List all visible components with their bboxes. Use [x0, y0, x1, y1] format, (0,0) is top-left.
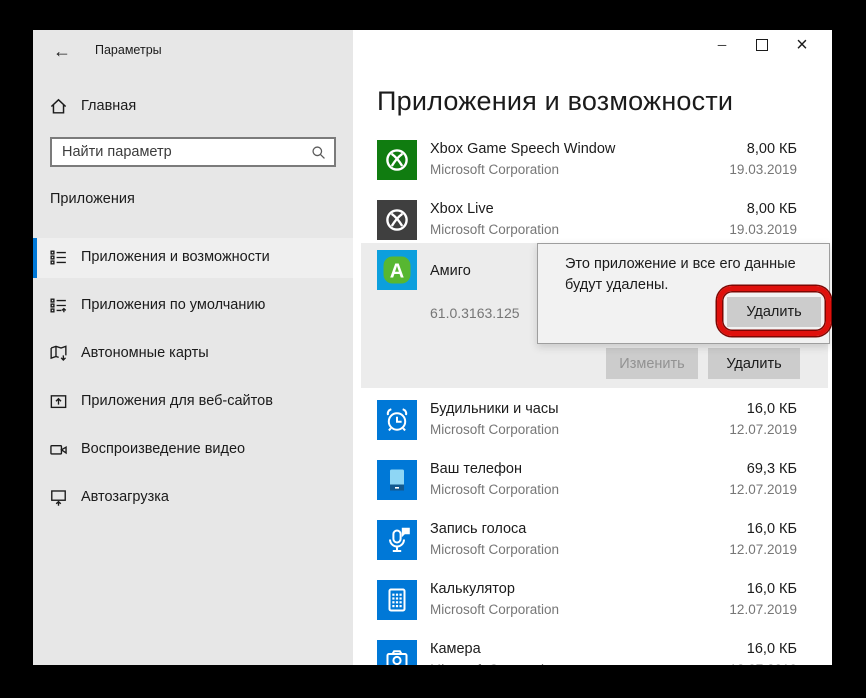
- app-row-xbox-game-speech-window[interactable]: Xbox Game Speech Window Microsoft Corpor…: [353, 140, 832, 184]
- app-date: 12.07.2019: [729, 662, 797, 665]
- app-name: Запись голоса: [430, 521, 526, 537]
- camera-icon: [377, 640, 417, 665]
- app-size: 16,0 КБ: [747, 521, 797, 537]
- uninstall-confirm-flyout: Это приложение и все его данные будут уд…: [537, 243, 830, 344]
- sidebar-item-label: Главная: [81, 98, 136, 114]
- xbox-icon: [377, 140, 417, 180]
- app-publisher: Microsoft Corporation: [430, 162, 559, 177]
- app-date: 12.07.2019: [729, 422, 797, 437]
- home-icon: [48, 96, 69, 117]
- app-publisher: Microsoft Corporation: [430, 662, 559, 665]
- app-date: 12.07.2019: [729, 542, 797, 557]
- app-row-alarms-clock[interactable]: Будильники и часы Microsoft Corporation …: [353, 400, 832, 444]
- app-name: Калькулятор: [430, 581, 515, 597]
- page-title: Приложения и возможности: [377, 86, 733, 117]
- app-row-calculator[interactable]: Калькулятор Microsoft Corporation 16,0 К…: [353, 580, 832, 624]
- app-publisher: Microsoft Corporation: [430, 542, 559, 557]
- app-publisher: Microsoft Corporation: [430, 482, 559, 497]
- app-name: Xbox Game Speech Window: [430, 141, 615, 157]
- app-name: Ваш телефон: [430, 461, 522, 477]
- main-content: ─ × Приложения и возможности Xbox Game S…: [353, 30, 832, 665]
- amigo-icon: A: [377, 250, 417, 290]
- app-size: 8,00 КБ: [747, 141, 797, 157]
- app-row-your-phone[interactable]: Ваш телефон Microsoft Corporation 69,3 К…: [353, 460, 832, 504]
- calculator-icon: [377, 580, 417, 620]
- sidebar-item-web-apps[interactable]: Приложения для веб-сайтов: [33, 382, 353, 422]
- svg-text:A: A: [390, 261, 404, 283]
- flyout-message: Это приложение и все его данные будут уд…: [565, 254, 815, 296]
- app-name: Xbox Live: [430, 201, 494, 217]
- settings-window: ← Параметры Главная Приложения Приложени…: [33, 30, 832, 665]
- close-button[interactable]: ×: [782, 30, 822, 60]
- sidebar-item-default-apps[interactable]: Приложения по умолчанию: [33, 286, 353, 326]
- app-publisher: Microsoft Corporation: [430, 602, 559, 617]
- default-apps-icon: [48, 295, 69, 316]
- offline-maps-icon: [48, 343, 69, 364]
- sidebar-item-label: Автономные карты: [81, 345, 209, 361]
- startup-icon: [48, 487, 69, 508]
- phone-icon: [377, 460, 417, 500]
- maximize-button[interactable]: [742, 30, 782, 60]
- apps-for-websites-icon: [48, 391, 69, 412]
- app-publisher: Microsoft Corporation: [430, 422, 559, 437]
- maximize-icon: [756, 39, 768, 51]
- sidebar-item-home[interactable]: Главная: [33, 92, 353, 122]
- search-box: [50, 137, 336, 167]
- apps-features-icon: [48, 247, 69, 268]
- app-size: 16,0 КБ: [747, 641, 797, 657]
- sidebar-item-apps-features[interactable]: Приложения и возможности: [33, 238, 353, 278]
- sidebar-item-label: Приложения по умолчанию: [81, 297, 265, 313]
- video-camera-icon: [48, 439, 69, 460]
- app-date: 19.03.2019: [729, 222, 797, 237]
- app-size: 69,3 КБ: [747, 461, 797, 477]
- app-publisher: Microsoft Corporation: [430, 222, 559, 237]
- search-icon: [310, 144, 327, 161]
- voice-recorder-icon: [377, 520, 417, 560]
- window-title: Параметры: [95, 43, 162, 57]
- app-version: 61.0.3163.125: [430, 305, 520, 321]
- sidebar: ← Параметры Главная Приложения Приложени…: [33, 30, 353, 665]
- modify-button[interactable]: Изменить: [606, 348, 698, 379]
- sidebar-item-label: Воспроизведение видео: [81, 441, 245, 457]
- xbox-icon: [377, 200, 417, 240]
- sidebar-item-label: Приложения для веб-сайтов: [81, 393, 273, 409]
- sidebar-item-offline-maps[interactable]: Автономные карты: [33, 334, 353, 374]
- minimize-button[interactable]: ─: [702, 30, 742, 60]
- flyout-uninstall-button[interactable]: Удалить: [727, 297, 821, 327]
- app-size: 16,0 КБ: [747, 401, 797, 417]
- sidebar-item-label: Автозагрузка: [81, 489, 169, 505]
- sidebar-item-video-playback[interactable]: Воспроизведение видео: [33, 430, 353, 470]
- app-name: Амиго: [430, 263, 471, 279]
- app-row-voice-recorder[interactable]: Запись голоса Microsoft Corporation 16,0…: [353, 520, 832, 564]
- sidebar-section-title: Приложения: [50, 191, 135, 207]
- window-controls: ─ ×: [702, 30, 822, 60]
- selected-accent-bar: [33, 238, 37, 278]
- app-date: 12.07.2019: [729, 602, 797, 617]
- search-input[interactable]: [52, 139, 334, 165]
- app-size: 8,00 КБ: [747, 201, 797, 217]
- back-button[interactable]: ←: [47, 38, 73, 62]
- app-name: Камера: [430, 641, 481, 657]
- app-date: 19.03.2019: [729, 162, 797, 177]
- uninstall-button[interactable]: Удалить: [708, 348, 800, 379]
- app-date: 12.07.2019: [729, 482, 797, 497]
- app-row-xbox-live[interactable]: Xbox Live Microsoft Corporation 8,00 КБ …: [353, 200, 832, 244]
- app-row-camera[interactable]: Камера Microsoft Corporation 16,0 КБ 12.…: [353, 640, 832, 665]
- alarm-clock-icon: [377, 400, 417, 440]
- app-name: Будильники и часы: [430, 401, 559, 417]
- app-size: 16,0 КБ: [747, 581, 797, 597]
- sidebar-item-startup[interactable]: Автозагрузка: [33, 478, 353, 518]
- sidebar-item-label: Приложения и возможности: [81, 249, 270, 265]
